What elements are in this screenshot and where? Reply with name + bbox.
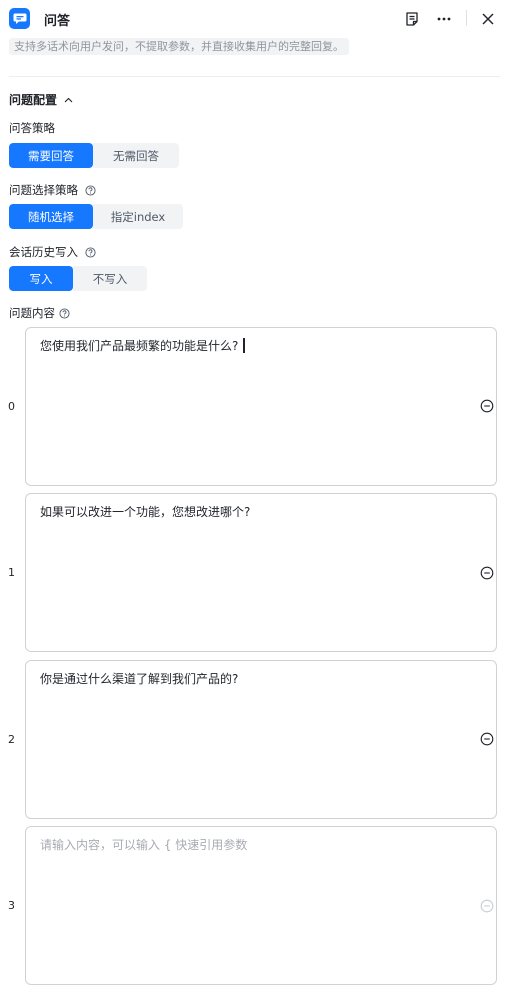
history-label-text: 会话历史写入 [9, 245, 78, 259]
notes-button[interactable] [402, 9, 422, 29]
chat-icon [9, 8, 30, 29]
question-text: 如果可以改进一个功能，您想改进哪个? [40, 505, 251, 519]
questions-label: 问题内容 [9, 305, 70, 321]
question-input-empty[interactable]: 请输入内容，可以输入 { 快速引用参数 [25, 826, 497, 985]
strategy-option-required[interactable]: 需要回答 [9, 143, 93, 168]
questions-label-text: 问题内容 [9, 306, 55, 320]
remove-circle-icon[interactable] [480, 732, 494, 746]
strategy-option-not-required[interactable]: 无需回答 [93, 143, 179, 168]
question-index: 2 [8, 733, 15, 746]
section-divider [9, 76, 500, 77]
selection-option-index[interactable]: 指定index [93, 204, 183, 229]
panel-header: 问答 [0, 0, 509, 38]
history-label: 会话历史写入 [9, 244, 96, 260]
selection-segmented: 随机选择 指定index [9, 204, 183, 229]
chevron-up-icon [64, 97, 73, 102]
header-divider [466, 10, 467, 26]
question-text: 您使用我们产品最频繁的功能是什么? [40, 337, 245, 354]
page-title: 问答 [44, 14, 71, 29]
history-option-write[interactable]: 写入 [9, 266, 73, 291]
help-icon[interactable] [59, 307, 70, 319]
question-index: 0 [8, 400, 15, 413]
help-icon[interactable] [85, 184, 96, 196]
selection-label: 问题选择策略 [9, 182, 96, 198]
question-index: 3 [8, 899, 15, 912]
question-text-value: 您使用我们产品最频繁的功能是什么? [40, 339, 239, 353]
selection-label-text: 问题选择策略 [9, 183, 78, 197]
question-index: 1 [8, 566, 15, 579]
more-icon [437, 17, 451, 21]
history-segmented: 写入 不写入 [9, 266, 147, 291]
question-input[interactable]: 如果可以改进一个功能，您想改进哪个? [25, 493, 497, 652]
remove-circle-icon[interactable] [480, 566, 494, 580]
more-button[interactable] [434, 9, 454, 29]
help-icon[interactable] [85, 246, 96, 258]
section-toggle[interactable]: 问题配置 [9, 91, 73, 108]
question-placeholder: 请输入内容，可以输入 { 快速引用参数 [40, 838, 248, 852]
text-caret [243, 338, 245, 353]
remove-circle-icon[interactable] [480, 399, 494, 413]
question-input[interactable]: 您使用我们产品最频繁的功能是什么? [25, 327, 497, 486]
question-text: 你是通过什么渠道了解到我们产品的? [40, 672, 239, 686]
selection-option-random[interactable]: 随机选择 [9, 204, 93, 229]
remove-circle-icon[interactable] [480, 899, 494, 913]
strategy-segmented: 需要回答 无需回答 [9, 143, 179, 168]
section-title: 问题配置 [9, 93, 58, 107]
history-option-no-write[interactable]: 不写入 [73, 266, 147, 291]
node-description: 支持多话术向用户发问，不提取参数，并直接收集用户的完整回复。 [9, 38, 349, 55]
close-icon [482, 13, 494, 25]
strategy-label: 问答策略 [9, 120, 55, 136]
question-input[interactable]: 你是通过什么渠道了解到我们产品的? [25, 660, 497, 819]
close-button[interactable] [478, 9, 498, 29]
notes-icon [406, 12, 418, 26]
strategy-label-text: 问答策略 [9, 121, 55, 135]
